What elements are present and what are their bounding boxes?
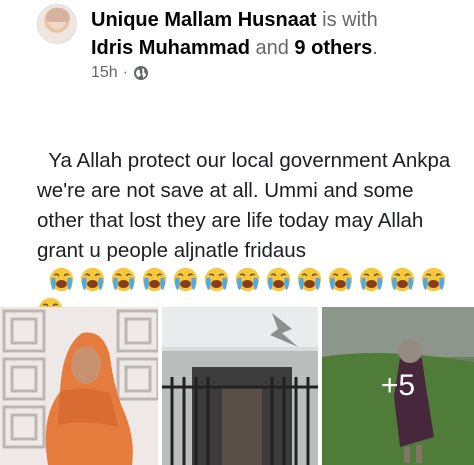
crying-face-emoji bbox=[50, 267, 74, 292]
crying-face-emoji bbox=[391, 267, 415, 292]
tagged-person[interactable]: Idris Muhammad bbox=[91, 37, 250, 59]
crying-face-emoji bbox=[360, 267, 384, 292]
meta-separator: · bbox=[122, 64, 129, 81]
post-body: Ya Allah protect our local government An… bbox=[37, 149, 457, 262]
photo-grid: +5 bbox=[0, 307, 474, 465]
timestamp[interactable]: 15h bbox=[91, 64, 118, 82]
post-header: Unique Mallam Husnaat is with Idris Muha… bbox=[0, 0, 474, 100]
crying-face-emoji bbox=[81, 267, 105, 292]
photo-burnt-building[interactable] bbox=[162, 307, 318, 465]
and-text: and bbox=[255, 37, 289, 59]
crying-face-emoji bbox=[236, 267, 260, 292]
crying-face-emoji bbox=[112, 267, 136, 292]
period: . bbox=[372, 37, 378, 59]
crying-face-emoji bbox=[267, 267, 291, 292]
author-name[interactable]: Unique Mallam Husnaat bbox=[91, 9, 317, 31]
others-link[interactable]: 9 others bbox=[294, 37, 372, 59]
globe-icon[interactable] bbox=[133, 65, 149, 81]
crying-face-emoji bbox=[298, 267, 322, 292]
post-text: Ya Allah protect our local government An… bbox=[37, 116, 457, 326]
photo-woman-orange-hijab[interactable] bbox=[0, 307, 158, 465]
post-meta: 15h · bbox=[91, 64, 149, 82]
with-text: is with bbox=[322, 9, 378, 31]
more-photos-count: +5 bbox=[380, 369, 416, 402]
crying-face-emoji bbox=[174, 267, 198, 292]
crying-face-emoji bbox=[422, 267, 446, 292]
crying-face-emoji bbox=[205, 267, 229, 292]
author-line: Unique Mallam Husnaat is with Idris Muha… bbox=[91, 6, 471, 62]
crying-face-emoji bbox=[329, 267, 353, 292]
avatar[interactable] bbox=[37, 4, 77, 44]
crying-face-emoji bbox=[143, 267, 167, 292]
photo-girl-outdoor[interactable]: +5 bbox=[322, 307, 474, 465]
more-photos-overlay[interactable]: +5 bbox=[322, 307, 474, 465]
